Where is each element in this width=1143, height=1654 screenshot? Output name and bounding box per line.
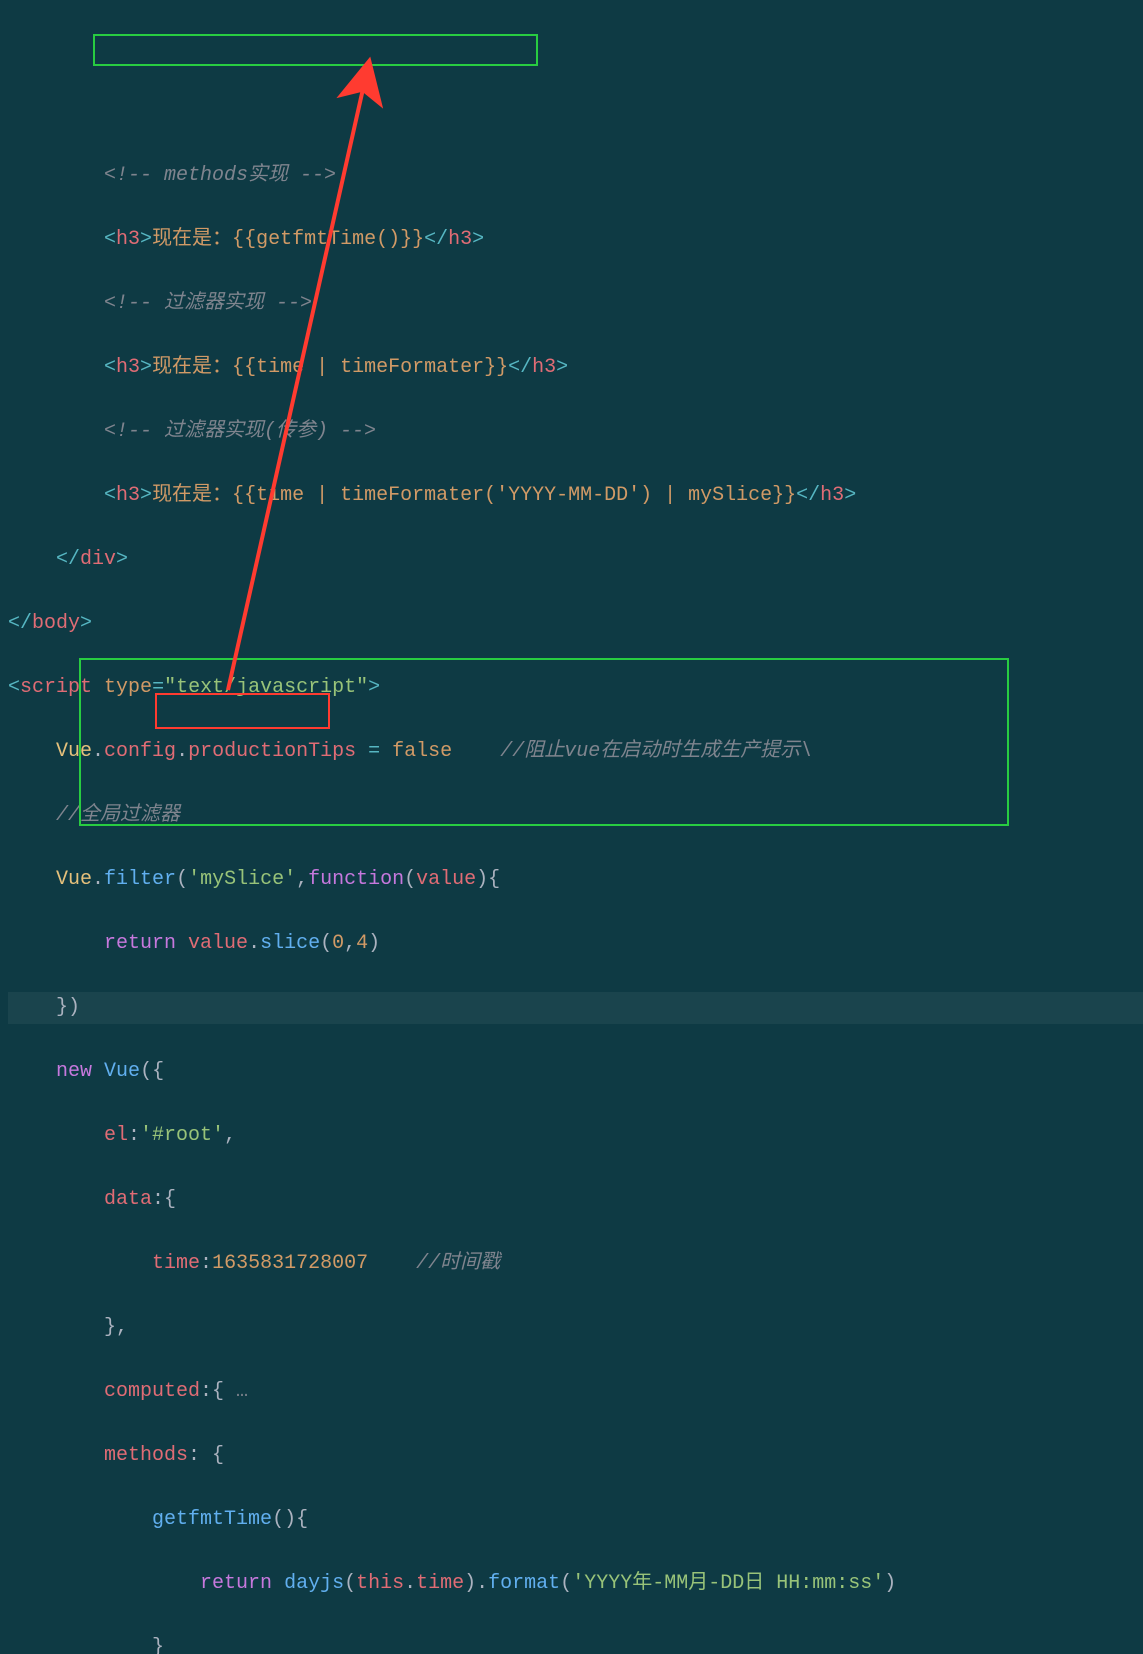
code-line: computed:{ … bbox=[8, 1376, 1143, 1408]
code-line: <script type="text/javascript"> bbox=[8, 672, 1143, 704]
code-line: Vue.filter('mySlice',function(value){ bbox=[8, 864, 1143, 896]
code-line: <!-- 过滤器实现(传参) --> bbox=[8, 416, 1143, 448]
code-line: //全局过滤器 bbox=[8, 800, 1143, 832]
code-line: time:1635831728007 //时间戳 bbox=[8, 1248, 1143, 1280]
code-line: methods: { bbox=[8, 1440, 1143, 1472]
code-line: el:'#root', bbox=[8, 1120, 1143, 1152]
code-line: <!-- 过滤器实现 --> bbox=[8, 288, 1143, 320]
code-line: } bbox=[8, 1632, 1143, 1654]
code-line: <h3>现在是：{{time | timeFormater}}</h3> bbox=[8, 352, 1143, 384]
code-line: return dayjs(this.time).format('YYYY年-MM… bbox=[8, 1568, 1143, 1600]
code-editor[interactable]: <!-- methods实现 --> <h3>现在是：{{getfmtTime(… bbox=[0, 128, 1143, 1654]
code-line: <h3>现在是：{{time | timeFormater('YYYY-MM-D… bbox=[8, 480, 1143, 512]
code-line: </div> bbox=[8, 544, 1143, 576]
code-line: <!-- methods实现 --> bbox=[8, 160, 1143, 192]
code-line: new Vue({ bbox=[8, 1056, 1143, 1088]
code-line: <h3>现在是：{{getfmtTime()}}</h3> bbox=[8, 224, 1143, 256]
code-line: getfmtTime(){ bbox=[8, 1504, 1143, 1536]
highlight-box-top bbox=[93, 34, 538, 66]
code-line: return value.slice(0,4) bbox=[8, 928, 1143, 960]
code-line: data:{ bbox=[8, 1184, 1143, 1216]
code-line: Vue.config.productionTips = false //阻止vu… bbox=[8, 736, 1143, 768]
code-line: </body> bbox=[8, 608, 1143, 640]
code-line: }) bbox=[8, 992, 1143, 1024]
code-line: }, bbox=[8, 1312, 1143, 1344]
